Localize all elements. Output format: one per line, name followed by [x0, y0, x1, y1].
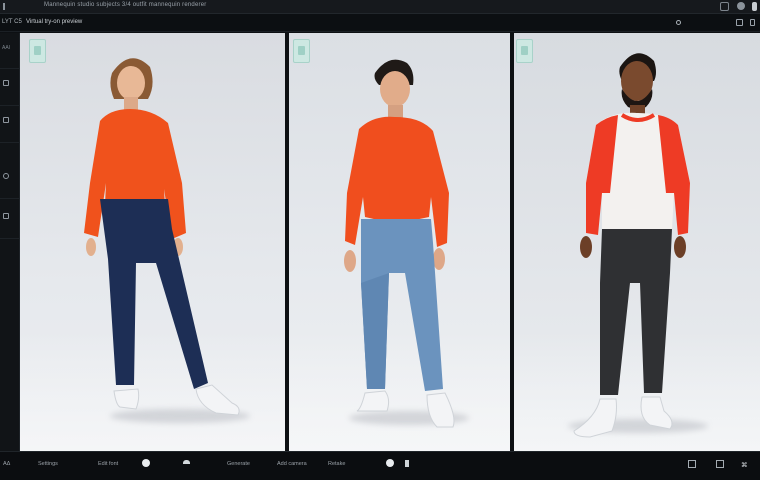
- mannequin-figure-1: [84, 58, 240, 416]
- bottom-left-label: ΑΔ: [3, 461, 11, 467]
- window-titlebar: Mannequin studio subjects 3/4 outfit man…: [0, 0, 760, 14]
- layout-icon[interactable]: [736, 19, 743, 26]
- layers-icon: [3, 80, 9, 86]
- sidebar-item-3[interactable]: [0, 107, 20, 143]
- tools-icon: [3, 213, 9, 219]
- bottom-toolbar: ΑΔ Settings Edit font Generate Add camer…: [0, 451, 760, 480]
- more-icon[interactable]: [750, 19, 755, 26]
- preview-panel-3[interactable]: [514, 33, 760, 451]
- app-header: LYT C5 Virtual try-on preview: [0, 14, 760, 32]
- sidebar-item-label: AAI: [2, 45, 11, 51]
- sidebar-item-5[interactable]: [0, 203, 20, 239]
- pointer-icon[interactable]: [405, 460, 412, 467]
- edit-font-button[interactable]: Edit font: [98, 461, 118, 467]
- mannequin-figure-2: [344, 59, 455, 428]
- preview-panel-2[interactable]: [289, 33, 512, 451]
- sidebar-item-1[interactable]: AAI: [0, 33, 20, 69]
- preview-panel-1[interactable]: [20, 33, 287, 451]
- settings-icon[interactable]: [737, 2, 745, 10]
- brush-icon: [3, 117, 9, 123]
- record-icon[interactable]: [142, 459, 150, 467]
- app-title: Virtual try-on preview: [26, 19, 83, 25]
- export-icon[interactable]: ⌘: [741, 461, 748, 469]
- retake-button[interactable]: Retake: [328, 461, 345, 467]
- close-icon[interactable]: [752, 2, 757, 11]
- add-camera-button[interactable]: Add camera: [277, 461, 307, 467]
- window-title: Mannequin studio subjects 3/4 outfit man…: [44, 2, 207, 8]
- sidebar-item-2[interactable]: [0, 70, 20, 106]
- menu-icon[interactable]: [3, 3, 9, 10]
- mannequin-figure-3: [573, 53, 690, 438]
- person-icon[interactable]: [183, 460, 190, 467]
- tool-sidebar: AAI: [0, 33, 20, 451]
- record-icon[interactable]: [386, 459, 394, 467]
- frame-icon[interactable]: [716, 460, 724, 468]
- restore-icon[interactable]: [720, 2, 729, 11]
- settings-button[interactable]: Settings: [38, 461, 58, 467]
- header-left-label: LYT C5: [2, 19, 22, 25]
- generate-button[interactable]: Generate: [227, 461, 250, 467]
- crop-icon[interactable]: [688, 460, 696, 468]
- status-icon: [676, 20, 681, 25]
- sidebar-item-4[interactable]: [0, 163, 20, 199]
- view-icon: [3, 173, 9, 179]
